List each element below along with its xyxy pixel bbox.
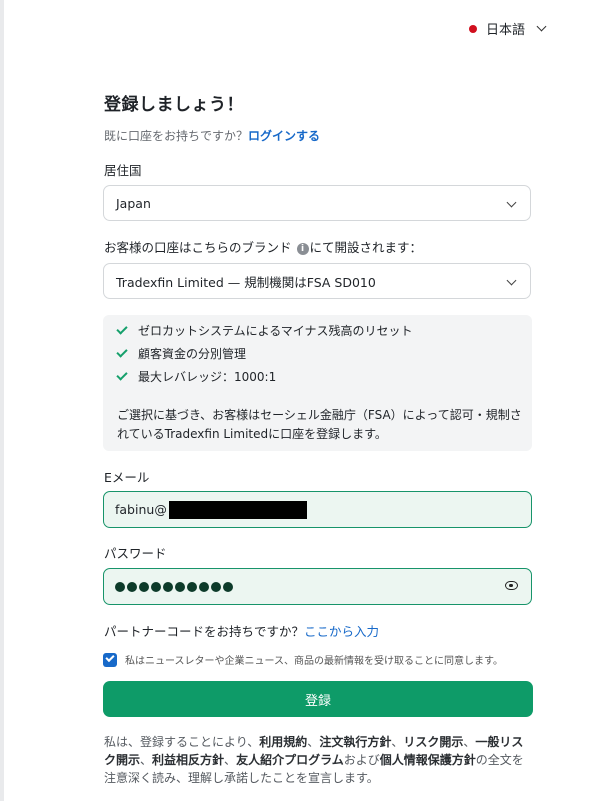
legal-separator: 、 xyxy=(463,735,476,749)
password-mask xyxy=(115,581,233,592)
legal-separator: 、 xyxy=(224,753,237,767)
register-button[interactable]: 登録 xyxy=(103,681,533,717)
newsletter-consent: 私はニュースレターや企業ニュース、商品の最新情報を受け取ることに同意します。 xyxy=(103,652,503,667)
feature-text: 顧客資金の分別管理 xyxy=(138,347,247,361)
brand-value: Tradexfin Limited — 規制機関はFSA SD010 xyxy=(116,274,376,290)
email-field[interactable]: fabinu@ xyxy=(103,491,532,528)
chevron-down-icon xyxy=(506,197,517,208)
password-dot xyxy=(115,581,125,592)
password-dot xyxy=(127,581,137,592)
residence-select[interactable]: Japan xyxy=(103,185,531,221)
privacy-policy-link[interactable]: 個人情報保護方針 xyxy=(380,753,476,767)
left-edge-bar xyxy=(0,0,4,801)
info-icon[interactable]: i xyxy=(296,242,309,255)
chevron-down-icon xyxy=(506,275,517,286)
password-dot xyxy=(175,581,185,592)
password-dot xyxy=(211,581,221,592)
legal-declaration: 私は、登録することにより、利用規約、注文執行方針、リスク開示、一般リスク開示、利… xyxy=(104,733,534,787)
legal-text: 私は、登録することにより、 xyxy=(104,735,260,749)
email-label: Eメール xyxy=(104,470,150,485)
password-dot xyxy=(187,581,197,592)
language-label: 日本語 xyxy=(486,23,526,38)
conflict-policy-link[interactable]: 利益相反方針 xyxy=(152,753,224,767)
risk-disclosure-link[interactable]: リスク開示 xyxy=(403,735,463,749)
residence-label: 居住国 xyxy=(104,163,142,178)
brand-label-after: にて開設されます： xyxy=(309,240,423,255)
account-info-panel: ゼロカットシステムによるマイナス残高のリセット 顧客資金の分別管理 最大レバレッ… xyxy=(103,315,532,451)
login-link[interactable]: ログインする xyxy=(248,129,320,143)
legal-separator: 、 xyxy=(391,735,404,749)
partner-code-prompt: パートナーコードをお持ちですか？ここから入力 xyxy=(104,621,379,640)
password-label: パスワード xyxy=(104,546,167,561)
password-dot xyxy=(163,581,173,592)
check-icon xyxy=(116,369,128,381)
login-prompt: 既に口座をお持ちですか？ログインする xyxy=(104,127,320,144)
regulation-notice: ご選択に基づき、お客様はセーシェル金融庁（FSA）によって認可・規制されているT… xyxy=(117,408,522,441)
password-dot xyxy=(223,581,233,592)
newsletter-checkbox[interactable] xyxy=(103,652,117,667)
page-title: 登録しましょう！ xyxy=(104,95,244,115)
residence-value: Japan xyxy=(116,195,151,211)
feature-item: 顧客資金の分別管理 xyxy=(116,345,247,362)
referral-program-link[interactable]: 友人紹介プログラム xyxy=(236,753,344,767)
brand-label: お客様の口座はこちらのブランド i にて開設されます： xyxy=(104,237,422,256)
feature-item: ゼロカットシステムによるマイナス残高のリセット xyxy=(116,322,413,339)
legal-separator: および xyxy=(343,753,380,767)
chevron-down-icon xyxy=(536,21,547,32)
feature-text: ゼロカットシステムによるマイナス残高のリセット xyxy=(138,324,413,338)
email-value: fabinu@ xyxy=(115,502,167,517)
terms-link[interactable]: 利用規約 xyxy=(259,735,307,749)
password-dot xyxy=(199,581,209,592)
password-dot xyxy=(151,581,161,592)
login-prompt-text: 既に口座をお持ちですか？ xyxy=(104,129,249,143)
brand-select[interactable]: Tradexfin Limited — 規制機関はFSA SD010 xyxy=(103,263,531,299)
legal-separator: 、 xyxy=(140,753,153,767)
eye-icon[interactable] xyxy=(505,581,518,590)
partner-code-link[interactable]: ここから入力 xyxy=(304,624,379,639)
language-selector[interactable]: 日本語 xyxy=(469,19,547,38)
legal-separator: 、 xyxy=(307,735,320,749)
redaction-bar xyxy=(168,500,307,519)
check-icon xyxy=(116,323,128,335)
newsletter-text: 私はニュースレターや企業ニュース、商品の最新情報を受け取ることに同意します。 xyxy=(125,656,503,667)
order-execution-link[interactable]: 注文執行方針 xyxy=(319,735,391,749)
brand-label-before: お客様の口座はこちらのブランド xyxy=(104,240,292,255)
feature-text: 最大レバレッジ：1000:1 xyxy=(138,370,277,384)
password-field[interactable] xyxy=(103,568,532,605)
feature-item: 最大レバレッジ：1000:1 xyxy=(116,368,277,385)
check-icon xyxy=(116,346,128,358)
password-dot xyxy=(139,581,149,592)
partner-text: パートナーコードをお持ちですか？ xyxy=(104,624,305,639)
japan-flag-icon xyxy=(469,24,477,33)
